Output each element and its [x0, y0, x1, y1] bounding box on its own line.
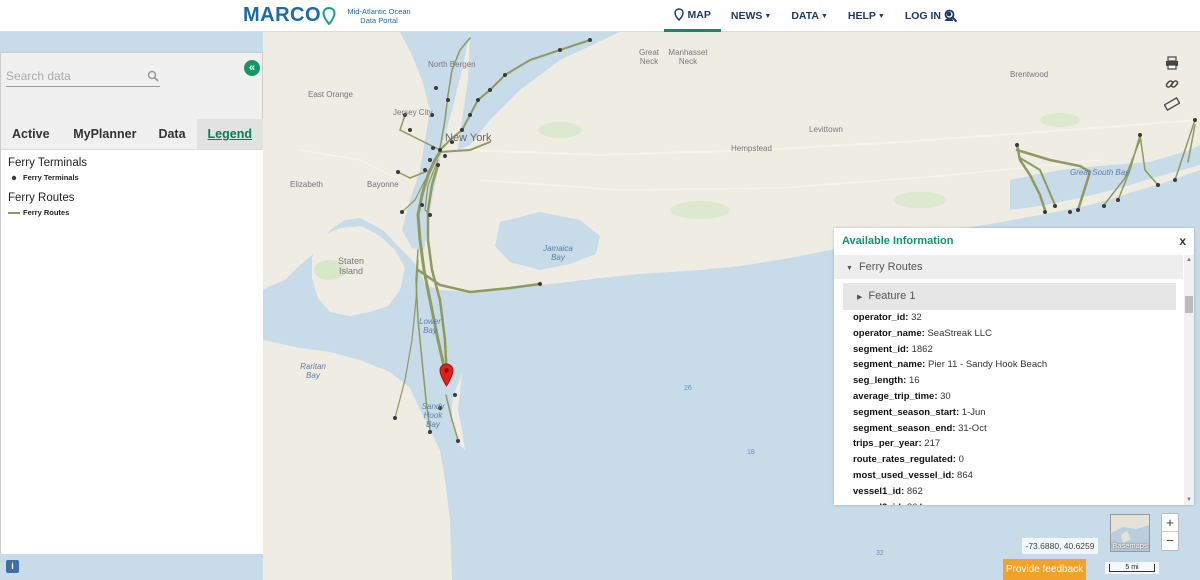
- search-icon[interactable]: [944, 9, 958, 23]
- attribute-row: route_rates_regulated: 0: [853, 454, 964, 466]
- info-scrollbar[interactable]: ▲ ▼: [1184, 255, 1194, 505]
- cursor-coordinates: -73.6880, 40.6259: [1022, 538, 1098, 554]
- tab-myplanner[interactable]: MyPlanner: [62, 119, 147, 149]
- data-panel: « Active • 2 MyPlanner Data Legend Ferry…: [0, 52, 263, 554]
- tab-data[interactable]: Data: [147, 119, 196, 149]
- map-label-staten-island: Staten Island: [337, 256, 365, 276]
- attribute-row: vessel1_id: 862: [853, 485, 923, 497]
- close-info-button[interactable]: x: [1179, 234, 1186, 248]
- attribute-row: vessel2_id: 864: [853, 500, 1178, 505]
- map-label-new-york: New York: [445, 132, 492, 144]
- scale-bar: 5 mi: [1105, 562, 1159, 574]
- nav-news[interactable]: NEWS ▼: [721, 0, 781, 32]
- map-label-hempstead: Hempstead: [731, 144, 772, 153]
- link-icon[interactable]: [1164, 76, 1180, 92]
- collapse-panel-button[interactable]: «: [244, 60, 260, 76]
- map-label-lower-bay: Lower Bay: [419, 317, 441, 335]
- map-label-jamaica-bay: Jamaica Bay: [543, 244, 573, 262]
- map-label-manhasset-neck: Manhasset Neck: [668, 48, 708, 66]
- attribute-row: segment_id: 1862: [853, 343, 933, 355]
- nav-map[interactable]: MAP: [663, 0, 721, 32]
- provide-feedback-button[interactable]: Provide feedback: [1003, 559, 1086, 580]
- logo-text: MARCO: [243, 4, 322, 26]
- attribute-row: segment_season_start: 1-Jun: [853, 406, 986, 418]
- search-icon[interactable]: [147, 70, 159, 82]
- map-label-north-bergen: North Bergen: [428, 60, 476, 69]
- attribute-row: segment_season_end: 31-Oct: [853, 422, 987, 434]
- nav-help[interactable]: HELP ▼: [838, 0, 895, 32]
- zoom-in-button[interactable]: +: [1162, 514, 1178, 532]
- map-marker-icon: [673, 8, 684, 21]
- info-panel-title: Available Information: [842, 235, 954, 247]
- feature-attributes: operator_id: 32 operator_name: SeaStreak…: [853, 310, 1178, 505]
- caret-down-icon: ▼: [877, 12, 885, 20]
- zoom-out-button[interactable]: −: [1162, 532, 1178, 550]
- caret-down-icon: ▼: [764, 12, 772, 20]
- attribute-row: most_used_vessel_id: 864: [853, 469, 973, 481]
- attribute-row: average_trip_time: 30: [853, 390, 951, 402]
- attribute-row: trips_per_year: 217: [853, 438, 941, 450]
- map-label-levittown: Levittown: [809, 125, 843, 134]
- triangle-right-icon: ▶: [857, 294, 863, 301]
- attribute-row: operator_name: SeaStreak LLC: [853, 327, 992, 339]
- scroll-up-arrow-icon[interactable]: ▲: [1184, 255, 1194, 265]
- layer-accordion-ferry-routes[interactable]: ▼ Ferry Routes: [834, 255, 1183, 279]
- marco-logo[interactable]: MARCO Mid-Atlantic Ocean Data Portal: [243, 4, 417, 27]
- available-information-panel: Available Information x ▼ Ferry Routes ▶ F…: [834, 228, 1194, 505]
- depth-sounding: 18: [747, 449, 755, 456]
- tab-active[interactable]: Active • 2: [1, 119, 62, 171]
- line-symbol-icon: [8, 211, 20, 215]
- search-data-input[interactable]: [6, 67, 146, 85]
- nav-data[interactable]: DATA ▼: [781, 0, 838, 32]
- caret-down-icon: ▼: [820, 12, 828, 20]
- map-label-elizabeth: Elizabeth: [290, 180, 323, 189]
- zoom-control: + −: [1161, 513, 1179, 551]
- legend-group: Ferry Routes Ferry Routes: [1, 192, 263, 217]
- double-chevron-left-icon: «: [248, 62, 256, 74]
- attribute-row: segment_name: Pier 11 - Sandy Hook Beach: [853, 359, 1048, 371]
- legend-group: Ferry Terminals Ferry Terminals: [1, 157, 263, 182]
- top-navbar: MARCO Mid-Atlantic Ocean Data Portal MAP…: [0, 0, 1200, 32]
- scrollbar-thumb[interactable]: [1185, 296, 1193, 313]
- legend-entry: Ferry Routes: [8, 208, 263, 217]
- legend-title: Ferry Terminals: [8, 157, 88, 169]
- attribute-row: seg_length: 16: [853, 375, 920, 387]
- depth-sounding: 32: [876, 550, 884, 557]
- map-label-great-south-bay: Great South Bay: [1070, 168, 1130, 177]
- map-label-bayonne: Bayonne: [367, 180, 399, 189]
- legend-list: Ferry Terminals Ferry Terminals Ferry Ro…: [1, 150, 263, 554]
- tab-legend[interactable]: Legend: [196, 119, 263, 149]
- point-symbol-icon: [8, 175, 20, 181]
- map-label-great-neck: Great Neck: [638, 48, 659, 66]
- map-label-brentwood: Brentwood: [1010, 70, 1049, 79]
- panel-tabs: Active • 2 MyPlanner Data Legend: [1, 119, 263, 171]
- main-nav: MAP NEWS ▼ DATA ▼ HELP ▼ LOG IN: [663, 0, 964, 32]
- map-label-jersey-city: Jersey City: [393, 108, 433, 117]
- logo-subtitle: Mid-Atlantic Ocean Data Portal: [347, 6, 411, 25]
- feature-accordion[interactable]: ▶ Feature 1: [843, 283, 1176, 310]
- scroll-down-arrow-icon[interactable]: ▼: [1184, 495, 1194, 505]
- legend-title: Ferry Routes: [8, 192, 75, 204]
- attribute-row: operator_id: 32: [853, 312, 922, 323]
- map-marker-icon[interactable]: [439, 363, 454, 387]
- search-box: [6, 67, 160, 87]
- triangle-down-icon: ▼: [846, 265, 853, 272]
- print-icon[interactable]: [1164, 55, 1180, 71]
- basemaps-button[interactable]: Basemaps: [1110, 514, 1150, 552]
- legend-entry: Ferry Terminals: [8, 173, 263, 182]
- map-label-sandy-hook-bay: Sandy Hook Bay: [421, 402, 445, 429]
- depth-sounding: 26: [684, 385, 692, 392]
- map-label-east-orange: East Orange: [308, 90, 353, 99]
- info-button[interactable]: i: [6, 560, 19, 573]
- measure-ruler-icon[interactable]: [1164, 96, 1180, 112]
- map-pin-logo-icon: [322, 6, 336, 25]
- map-label-raritan-bay: Raritan Bay: [300, 362, 326, 380]
